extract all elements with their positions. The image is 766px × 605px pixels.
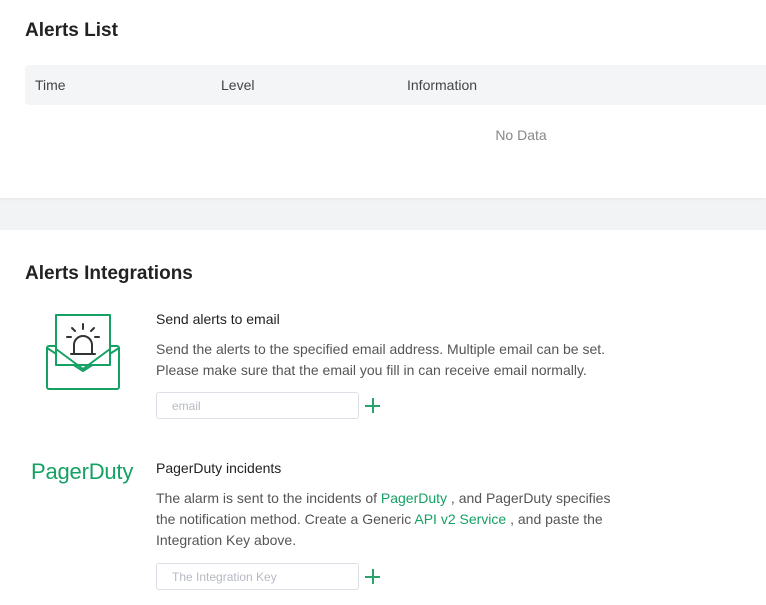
alerts-integrations-title: Alerts Integrations <box>25 263 193 284</box>
column-header-information: Information <box>407 77 478 93</box>
pagerduty-link[interactable]: PagerDuty <box>381 490 447 506</box>
empty-state-text: No Data <box>495 127 547 143</box>
alerts-integrations-panel: Alerts Integrations Send alerts to email… <box>0 230 766 605</box>
email-alarm-icon <box>46 314 120 390</box>
pagerduty-integration-description: The alarm is sent to the incidents of Pa… <box>156 488 626 551</box>
pagerduty-integration-title: PagerDuty incidents <box>156 460 282 476</box>
alerts-list-title: Alerts List <box>25 20 118 41</box>
column-header-level: Level <box>221 77 255 93</box>
column-header-time: Time <box>35 77 66 93</box>
pagerduty-desc-text-1: The alarm is sent to the incidents of <box>156 490 381 506</box>
email-integration-description: Send the alerts to the specified email a… <box>156 339 626 381</box>
email-input[interactable] <box>156 392 359 419</box>
add-integration-key-button[interactable] <box>364 568 382 586</box>
email-description-line-1: Send the alerts to the specified email a… <box>156 341 606 357</box>
alerts-table-header: Time Level Information <box>25 65 766 105</box>
add-email-button[interactable] <box>364 397 382 415</box>
api-v2-service-link[interactable]: API v2 Service <box>414 511 506 527</box>
email-integration-title: Send alerts to email <box>156 311 280 327</box>
alerts-list-panel: Alerts List Time Level Information No Da… <box>0 0 766 198</box>
pagerduty-logo: PagerDuty <box>31 459 134 484</box>
integration-key-input[interactable] <box>156 563 359 590</box>
email-description-line-2: Please make sure that the email you fill… <box>156 362 587 378</box>
